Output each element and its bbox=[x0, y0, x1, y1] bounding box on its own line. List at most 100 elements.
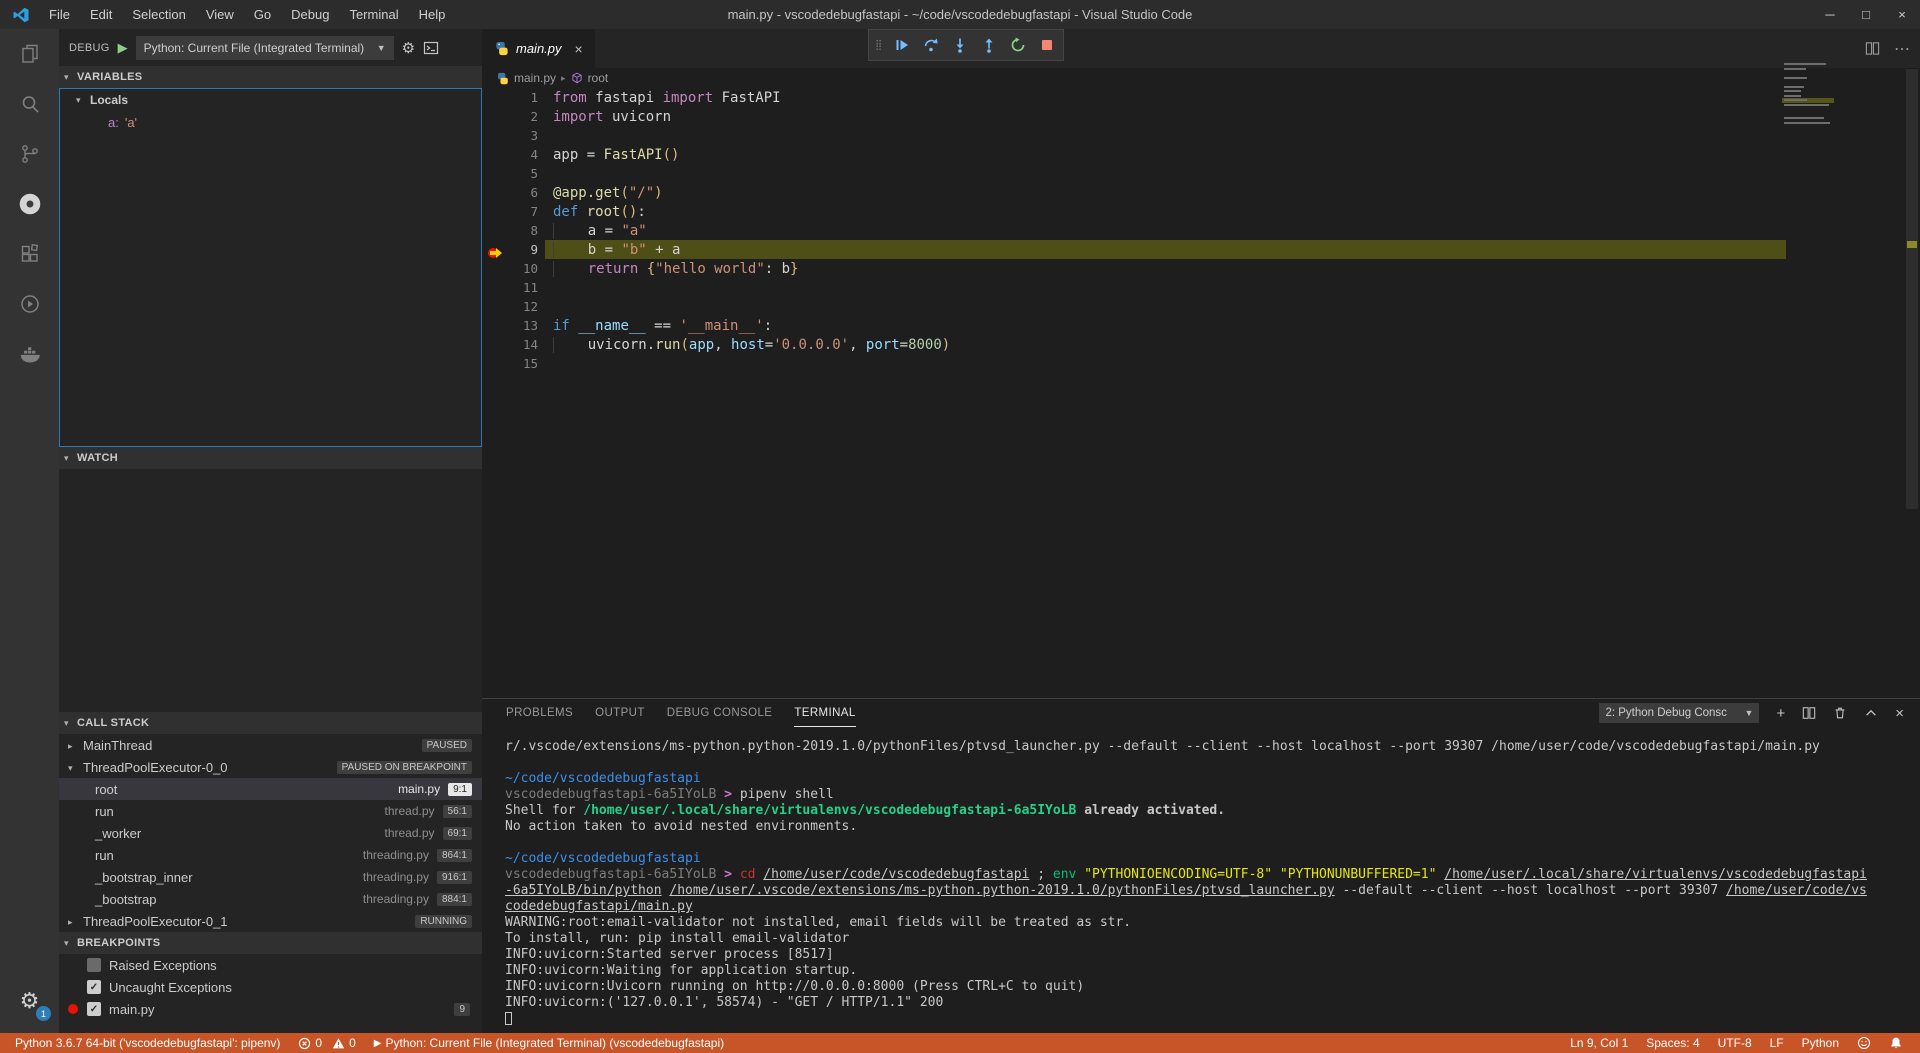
tab-close-icon[interactable]: × bbox=[575, 41, 583, 57]
breakpoint-row[interactable]: ✓Uncaught Exceptions bbox=[59, 976, 482, 998]
variables-scope-locals[interactable]: ▾ Locals bbox=[60, 89, 481, 111]
panel-tab-output[interactable]: OUTPUT bbox=[595, 700, 645, 726]
search-icon[interactable] bbox=[0, 79, 59, 129]
run-circle-icon[interactable] bbox=[0, 279, 59, 329]
feedback-smiley-icon[interactable] bbox=[1848, 1033, 1880, 1053]
settings-gear-icon[interactable]: ⚙ 1 bbox=[0, 979, 59, 1023]
maximize-button[interactable]: □ bbox=[1848, 0, 1884, 29]
callstack-row[interactable]: ▸MainThreadPAUSED bbox=[59, 734, 482, 756]
panel-tab-problems[interactable]: PROBLEMS bbox=[506, 700, 573, 726]
code-line[interactable]: 8 a = "a" bbox=[482, 221, 1920, 240]
breadcrumb[interactable]: main.py ▸ root bbox=[482, 68, 1920, 88]
callstack-row[interactable]: ▾ThreadPoolExecutor-0_0PAUSED ON BREAKPO… bbox=[59, 756, 482, 778]
panel-tab-terminal[interactable]: TERMINAL bbox=[794, 700, 855, 727]
debug-console-icon[interactable] bbox=[423, 40, 439, 56]
menu-file[interactable]: File bbox=[39, 0, 80, 29]
breakpoints-section-header[interactable]: ▾ BREAKPOINTS bbox=[59, 932, 482, 954]
minimap[interactable] bbox=[1782, 62, 1834, 134]
kill-terminal-trash-icon[interactable] bbox=[1833, 706, 1847, 720]
tab-main-py[interactable]: main.py × bbox=[482, 29, 595, 68]
language-mode-status[interactable]: Python bbox=[1793, 1033, 1848, 1053]
menu-view[interactable]: View bbox=[196, 0, 244, 29]
files-icon[interactable] bbox=[0, 29, 59, 79]
breakpoint-checkbox[interactable] bbox=[87, 958, 101, 972]
breakpoint-current-frame-icon[interactable] bbox=[487, 244, 504, 263]
menu-edit[interactable]: Edit bbox=[80, 0, 122, 29]
code-line[interactable]: 14 uvicorn.run(app, host='0.0.0.0', port… bbox=[482, 335, 1920, 354]
eol-status[interactable]: LF bbox=[1761, 1033, 1793, 1053]
cursor-position-status[interactable]: Ln 9, Col 1 bbox=[1561, 1033, 1637, 1053]
code-line[interactable]: 11 bbox=[482, 278, 1920, 297]
variable-row[interactable]: a:'a' bbox=[60, 111, 481, 133]
configure-gear-icon[interactable]: ⚙ bbox=[402, 39, 415, 57]
code-line[interactable]: 3 bbox=[482, 126, 1920, 145]
terminal-output[interactable]: r/.vscode/extensions/ms-python.python-20… bbox=[505, 739, 1916, 1033]
breadcrumb-file[interactable]: main.py bbox=[514, 71, 556, 85]
code-line[interactable]: 5 bbox=[482, 164, 1920, 183]
callstack-row[interactable]: _bootstrapthreading.py884:1 bbox=[59, 888, 482, 910]
minimize-button[interactable]: ─ bbox=[1812, 0, 1848, 29]
editor-scrollbar[interactable] bbox=[1906, 69, 1918, 509]
step-into-button[interactable] bbox=[950, 35, 970, 55]
minimap-bar bbox=[1784, 90, 1801, 92]
new-terminal-icon[interactable]: + bbox=[1776, 705, 1785, 722]
menu-go[interactable]: Go bbox=[244, 0, 281, 29]
code-token: "a" bbox=[621, 223, 646, 239]
breakpoint-row[interactable]: ✓main.py9 bbox=[59, 998, 482, 1020]
code-line[interactable]: 13if __name__ == '__main__': bbox=[482, 316, 1920, 335]
maximize-panel-icon[interactable] bbox=[1864, 706, 1878, 720]
code-line[interactable]: 2import uvicorn bbox=[482, 107, 1920, 126]
start-debug-icon[interactable]: ▶ bbox=[118, 40, 128, 56]
breakpoint-checkbox[interactable]: ✓ bbox=[87, 1002, 101, 1016]
callstack-row[interactable]: runthreading.py864:1 bbox=[59, 844, 482, 866]
code-line[interactable]: 12 bbox=[482, 297, 1920, 316]
python-interpreter-status[interactable]: Python 3.6.7 64-bit ('vscodedebugfastapi… bbox=[6, 1033, 289, 1053]
indentation-status[interactable]: Spaces: 4 bbox=[1637, 1033, 1708, 1053]
code-line[interactable]: 9 b = "b" + a bbox=[482, 240, 1920, 259]
launch-config-dropdown[interactable]: Python: Current File (Integrated Termina… bbox=[136, 36, 394, 60]
code-line[interactable]: 15 bbox=[482, 354, 1920, 373]
menu-debug[interactable]: Debug bbox=[281, 0, 339, 29]
source-control-icon[interactable] bbox=[0, 129, 59, 179]
callstack-row[interactable]: runthread.py56:1 bbox=[59, 800, 482, 822]
step-out-button[interactable] bbox=[979, 35, 999, 55]
menu-terminal[interactable]: Terminal bbox=[339, 0, 408, 29]
stop-button[interactable] bbox=[1037, 35, 1057, 55]
extensions-icon[interactable] bbox=[0, 229, 59, 279]
close-panel-icon[interactable]: × bbox=[1895, 705, 1904, 722]
breakpoint-checkbox[interactable]: ✓ bbox=[87, 980, 101, 994]
breakpoint-row[interactable]: Raised Exceptions bbox=[59, 954, 482, 976]
variables-section-header[interactable]: ▾ VARIABLES bbox=[59, 66, 482, 88]
code-line[interactable]: 6@app.get("/") bbox=[482, 183, 1920, 202]
debug-icon[interactable] bbox=[0, 179, 59, 229]
close-button[interactable]: × bbox=[1884, 0, 1920, 29]
code-area[interactable]: 1from fastapi import FastAPI2import uvic… bbox=[482, 88, 1920, 698]
notifications-bell-icon[interactable] bbox=[1880, 1033, 1912, 1053]
callstack-row[interactable]: _bootstrap_innerthreading.py916:1 bbox=[59, 866, 482, 888]
more-actions-icon[interactable]: ⋯ bbox=[1894, 39, 1910, 59]
code-line[interactable]: 4app = FastAPI() bbox=[482, 145, 1920, 164]
callstack-row[interactable]: rootmain.py9:1 bbox=[59, 778, 482, 800]
callstack-section-header[interactable]: ▾ CALL STACK bbox=[59, 712, 482, 734]
callstack-row[interactable]: ▸ThreadPoolExecutor-0_1RUNNING bbox=[59, 910, 482, 932]
encoding-status[interactable]: UTF-8 bbox=[1709, 1033, 1761, 1053]
docker-icon[interactable] bbox=[0, 329, 59, 379]
breadcrumb-symbol[interactable]: root bbox=[588, 71, 609, 85]
drag-handle-icon[interactable]: ⣿ bbox=[875, 43, 883, 48]
step-over-button[interactable] bbox=[921, 35, 941, 55]
restart-button[interactable] bbox=[1008, 35, 1028, 55]
split-editor-icon[interactable] bbox=[1865, 41, 1880, 56]
continue-button[interactable] bbox=[892, 35, 912, 55]
menu-selection[interactable]: Selection bbox=[122, 0, 195, 29]
menu-help[interactable]: Help bbox=[409, 0, 456, 29]
code-line[interactable]: 10 return {"hello world": b} bbox=[482, 259, 1920, 278]
panel-tab-debug-console[interactable]: DEBUG CONSOLE bbox=[667, 700, 773, 726]
watch-section-header[interactable]: ▾ WATCH bbox=[59, 447, 482, 469]
debug-session-status[interactable]: ▶ Python: Current File (Integrated Termi… bbox=[365, 1033, 733, 1053]
code-line[interactable]: 7def root(): bbox=[482, 202, 1920, 221]
code-line[interactable]: 1from fastapi import FastAPI bbox=[482, 88, 1920, 107]
terminal-picker-dropdown[interactable]: 2: Python Debug Consc ▼ bbox=[1599, 703, 1759, 723]
problems-status[interactable]: 0 0 bbox=[289, 1033, 364, 1053]
callstack-row[interactable]: _workerthread.py69:1 bbox=[59, 822, 482, 844]
split-terminal-icon[interactable] bbox=[1802, 706, 1816, 720]
